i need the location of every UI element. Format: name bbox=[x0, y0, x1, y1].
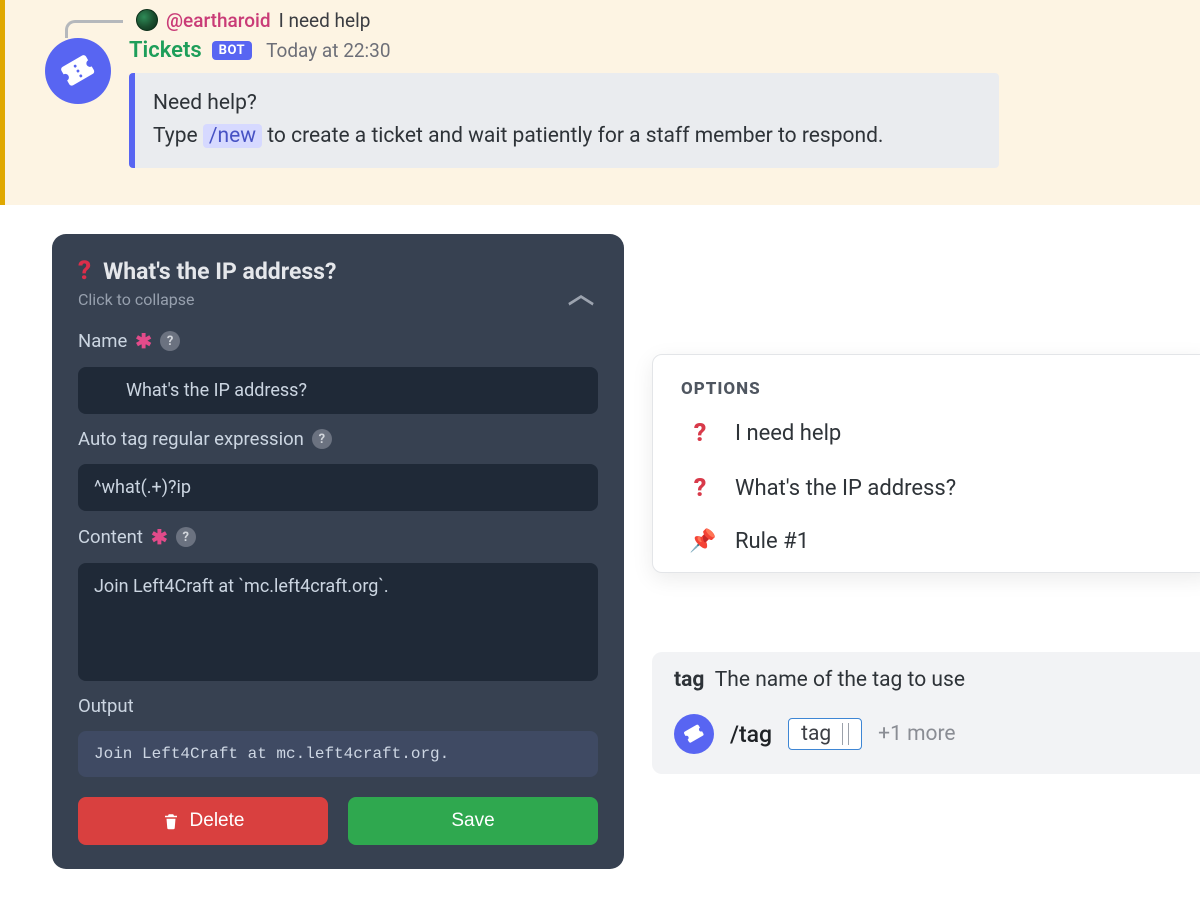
command-strip: tag The name of the tag to use /tag tag … bbox=[652, 652, 1200, 774]
message-header: Tickets BOT Today at 22:30 bbox=[129, 38, 1184, 63]
help-icon[interactable]: ? bbox=[312, 429, 332, 449]
options-popup: OPTIONS ? I need help ? What's the IP ad… bbox=[652, 354, 1200, 573]
command-app-badge[interactable] bbox=[674, 714, 714, 754]
ticket-icon bbox=[55, 48, 101, 94]
option-item[interactable]: ? I need help bbox=[689, 419, 1183, 448]
tag-editor-panel: ? What's the IP address? Click to collap… bbox=[52, 234, 624, 869]
param-chip[interactable]: tag bbox=[788, 718, 862, 750]
question-icon: ? bbox=[78, 256, 91, 286]
reply-line bbox=[65, 20, 123, 38]
help-icon[interactable]: ? bbox=[176, 527, 196, 547]
option-label: Rule #1 bbox=[735, 529, 809, 554]
options-heading: OPTIONS bbox=[681, 379, 1183, 399]
message-timestamp: Today at 22:30 bbox=[266, 39, 390, 62]
option-label: I need help bbox=[735, 421, 841, 446]
save-button[interactable]: Save bbox=[348, 797, 598, 845]
output-preview: Join Left4Craft at mc.left4craft.org. bbox=[78, 731, 598, 777]
delete-button[interactable]: Delete bbox=[78, 797, 328, 845]
command-chip[interactable]: /new bbox=[203, 124, 262, 148]
bot-avatar[interactable] bbox=[45, 38, 111, 104]
option-item[interactable]: ? What's the IP address? bbox=[689, 474, 1183, 503]
panel-title: What's the IP address? bbox=[103, 258, 336, 285]
output-label: Output bbox=[78, 695, 598, 717]
regex-input[interactable] bbox=[78, 464, 598, 511]
reply-row[interactable]: @eartharoid I need help bbox=[136, 8, 1184, 32]
reply-text: I need help bbox=[279, 9, 371, 32]
bot-name[interactable]: Tickets bbox=[129, 38, 202, 63]
trash-icon bbox=[162, 811, 180, 831]
content-label: Content ✱ ? bbox=[78, 525, 598, 549]
name-input[interactable] bbox=[78, 367, 598, 414]
chevron-up-icon[interactable]: ︿ bbox=[568, 256, 598, 311]
discord-message-region: @eartharoid I need help Tickets BOT Toda… bbox=[0, 0, 1200, 205]
required-star: ✱ bbox=[151, 525, 168, 549]
bot-badge: BOT bbox=[212, 41, 252, 60]
reply-avatar bbox=[136, 9, 158, 31]
ticket-icon bbox=[680, 720, 707, 747]
content-textarea[interactable] bbox=[78, 563, 598, 681]
command-description: tag The name of the tag to use bbox=[674, 668, 1190, 692]
embed: Need help? Type /new to create a ticket … bbox=[129, 73, 999, 168]
required-star: ✱ bbox=[135, 329, 152, 353]
pin-icon: 📌 bbox=[689, 529, 711, 554]
embed-line1: Need help? bbox=[153, 87, 979, 120]
option-item[interactable]: 📌 Rule #1 bbox=[689, 529, 1183, 554]
regex-label: Auto tag regular expression ? bbox=[78, 428, 598, 450]
embed-line2: Type /new to create a ticket and wait pa… bbox=[153, 120, 979, 153]
slash-command[interactable]: /tag bbox=[730, 721, 772, 748]
panel-header[interactable]: ? What's the IP address? Click to collap… bbox=[52, 256, 624, 311]
name-label: Name ✱ ? bbox=[78, 329, 598, 353]
more-params[interactable]: +1 more bbox=[878, 722, 955, 746]
panel-subtitle: Click to collapse bbox=[78, 290, 336, 309]
reply-username[interactable]: @eartharoid bbox=[166, 9, 271, 32]
question-icon: ? bbox=[689, 419, 711, 448]
option-label: What's the IP address? bbox=[735, 476, 956, 501]
bot-message-row: Tickets BOT Today at 22:30 Need help? Ty… bbox=[45, 38, 1184, 168]
help-icon[interactable]: ? bbox=[160, 331, 180, 351]
question-icon: ? bbox=[689, 474, 711, 503]
reply-spine bbox=[47, 10, 127, 32]
